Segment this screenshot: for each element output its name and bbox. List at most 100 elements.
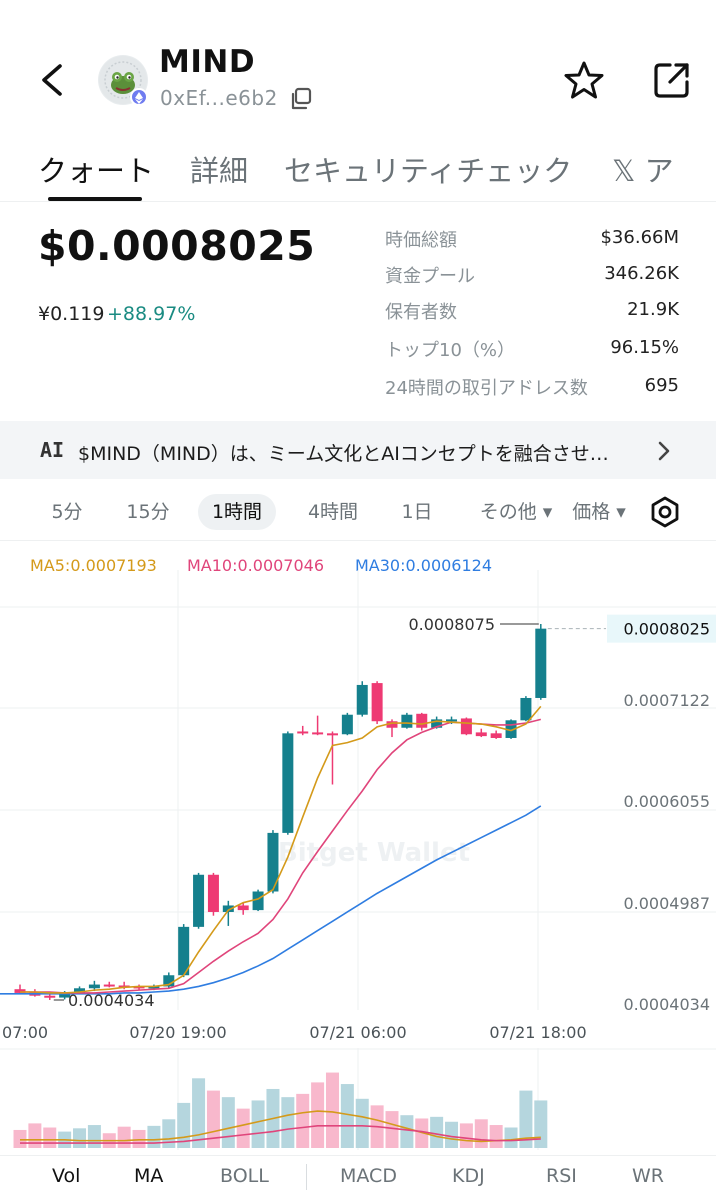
volume-bar (221, 1097, 235, 1148)
tab-quote[interactable]: クォート (38, 148, 154, 190)
indicator-vol[interactable]: Vol (52, 1165, 80, 1187)
low-price-label: 0.0004034 (68, 991, 155, 1010)
chart-settings-button[interactable] (648, 495, 682, 529)
volume-bar (296, 1093, 310, 1148)
chevron-left-icon (42, 64, 62, 96)
indicator-rsi[interactable]: RSI (546, 1165, 577, 1187)
tab-x-account[interactable]: 𝕏 ア (612, 148, 674, 190)
timeframe-more-dropdown[interactable]: その他 ▾ (470, 494, 562, 530)
timeframe-1d[interactable]: 1日 (392, 494, 442, 530)
candle-body (475, 732, 487, 737)
watermark-text: Bitget Wallet (278, 838, 470, 868)
y-tick-label: 0.0006055 (623, 792, 710, 811)
indicator-wr[interactable]: WR (632, 1165, 664, 1187)
y-tick-label: 0.0007122 (623, 691, 710, 710)
volume-bar (340, 1084, 354, 1148)
ai-summary-text: $MIND（MIND）は、ミーム文化とAIコンセプトを融合させ… (78, 443, 609, 465)
x-tick-label: 07:00 (2, 1023, 48, 1042)
indicator-boll[interactable]: BOLL (220, 1165, 269, 1187)
candle-body (341, 714, 353, 735)
share-icon (654, 63, 689, 98)
price-type-dropdown[interactable]: 価格 ▾ (566, 494, 632, 530)
star-icon (564, 61, 604, 99)
stat-label-liquidity-pool: 資金プール (385, 266, 475, 287)
stat-value-top10: 96.15% (610, 337, 679, 358)
candle-body (312, 732, 324, 735)
volume-bar (117, 1126, 131, 1148)
settings-hexagon-icon (651, 496, 679, 528)
timeframe-1h[interactable]: 1時間 (198, 494, 276, 530)
candle-body (44, 995, 56, 998)
tab-security-check[interactable]: セキュリティチェック (284, 148, 572, 190)
timeframe-bar: 5分 15分 1時間 4時間 1日 その他 ▾ 価格 ▾ (0, 490, 716, 536)
volume-bar (28, 1123, 42, 1148)
stat-label-24h-addresses: 24時間の取引アドレス数 (385, 378, 588, 399)
copy-address-button[interactable] (288, 86, 314, 112)
ethereum-badge-icon (130, 88, 148, 106)
volume-bar (430, 1116, 444, 1148)
timeframe-5m[interactable]: 5分 (40, 494, 94, 530)
x-tick-label: 07/20 19:00 (129, 1023, 226, 1042)
candle-body (88, 984, 100, 989)
chevron-right-icon (652, 437, 676, 465)
candle-body (297, 731, 309, 734)
volume-bar (489, 1125, 503, 1148)
candle-body (520, 697, 532, 721)
tab-details[interactable]: 詳細 (190, 148, 248, 190)
stat-label-market-cap: 時価総額 (385, 230, 457, 251)
app-header: MIND 0xEf...e6b2 (0, 0, 716, 140)
volume-bars (13, 1072, 548, 1148)
candle-body (326, 733, 338, 736)
timeframe-15m[interactable]: 15分 (116, 494, 180, 530)
share-button[interactable] (650, 58, 694, 102)
candle-body (416, 713, 428, 728)
volume-chart (0, 1048, 716, 1150)
volume-bar (355, 1098, 369, 1148)
chart-annotations: 0.0008075 0.0004034 0.0008025 (53, 614, 716, 1010)
indicator-ma[interactable]: MA (134, 1165, 163, 1187)
price-usd: $0.0008025 (38, 222, 316, 270)
favorite-button[interactable] (562, 58, 606, 102)
candle-body (401, 714, 413, 728)
indicator-separator (306, 1164, 307, 1190)
volume-bar (236, 1108, 250, 1148)
back-button[interactable] (34, 58, 74, 102)
volume-bar (459, 1123, 473, 1148)
candle-body (282, 733, 294, 833)
stat-value-market-cap: $36.66M (600, 227, 679, 248)
volume-bar (132, 1129, 146, 1148)
indicator-kdj[interactable]: KDJ (452, 1165, 485, 1187)
volume-bar (445, 1121, 459, 1148)
indicator-macd[interactable]: MACD (340, 1165, 397, 1187)
ai-logo-icon: AI (40, 438, 65, 462)
timeframe-4h[interactable]: 4時間 (296, 494, 370, 530)
candle-body (446, 719, 458, 722)
candle-body (207, 874, 219, 912)
token-address: 0xEf...e6b2 (160, 86, 278, 110)
volume-bar (504, 1127, 518, 1148)
ai-summary-banner[interactable]: AI $MIND（MIND）は、ミーム文化とAIコンセプトを融合させ… (0, 421, 716, 479)
volume-bar (43, 1127, 57, 1148)
token-name: MIND (159, 44, 256, 80)
current-price-label: 0.0008025 (623, 620, 710, 639)
volume-bar (325, 1072, 339, 1148)
candlestick-chart[interactable]: Bitget Wallet 0.0008075 0.0004034 0.000802… (0, 570, 716, 1050)
candle-body (193, 874, 205, 927)
y-tick-label: 0.0004034 (623, 995, 710, 1014)
stat-label-top10: トップ10（%） (385, 340, 516, 361)
candle-body (371, 683, 383, 722)
content-tabs: クォート 詳細 セキュリティチェック 𝕏 ア (0, 140, 716, 202)
active-tab-indicator (48, 197, 142, 201)
volume-bar (13, 1129, 27, 1148)
volume-bar (400, 1115, 414, 1148)
volume-bar (311, 1082, 325, 1148)
stat-value-24h-addresses: 695 (644, 375, 679, 396)
candle-body (356, 684, 368, 715)
x-tick-label: 07/21 18:00 (489, 1023, 586, 1042)
volume-bar (192, 1078, 206, 1148)
candles (14, 624, 547, 1000)
stat-value-holders: 21.9K (627, 299, 679, 320)
volume-bar (251, 1100, 265, 1148)
x-axis: 07:00 07/20 19:00 07/21 06:00 07/21 18:00 (2, 1023, 587, 1042)
divider (0, 540, 716, 541)
